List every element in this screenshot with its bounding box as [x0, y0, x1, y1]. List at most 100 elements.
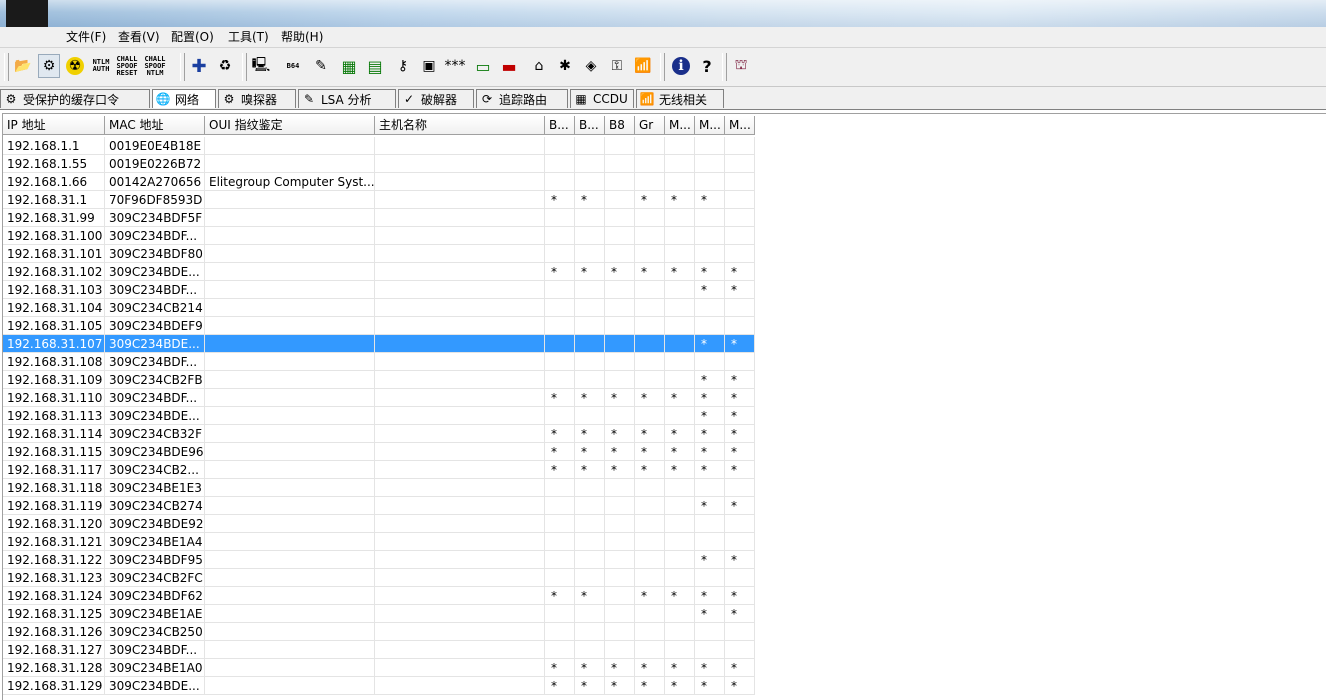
table-row[interactable]: 192.168.31.126 309C234CB250	[3, 623, 755, 641]
table-row[interactable]: 192.168.31.110 309C234BDF... * * * * * * *	[3, 389, 755, 407]
table-row[interactable]: 192.168.1.66 00142A270656 Elitegroup Compu…	[3, 173, 755, 191]
table-row[interactable]: 192.168.31.115 309C234BDE96 * * * * * * *	[3, 443, 755, 461]
table-row[interactable]: 192.168.31.122 309C234BDF95 * *	[3, 551, 755, 569]
table-row[interactable]: 192.168.31.120 309C234BDE92	[3, 515, 755, 533]
table-row[interactable]: 192.168.31.117 309C234CB2... * * * * * * *	[3, 461, 755, 479]
column-header[interactable]: M...	[695, 116, 725, 135]
table-row[interactable]: 192.168.31.125 309C234BE1AE * *	[3, 605, 755, 623]
table-row[interactable]: 192.168.31.114 309C234CB32F * * * * * * *	[3, 425, 755, 443]
table-row[interactable]: 192.168.31.123 309C234CB2FC	[3, 569, 755, 587]
tab-cracker[interactable]: ✓ 破解器	[398, 89, 474, 108]
table-row[interactable]: 192.168.31.99 309C234BDF5F	[3, 209, 755, 227]
host-table[interactable]: IP 地址 MAC 地址 OUI 指纹鉴定 主机名称 B... B... B8 Gr M... M…	[2, 113, 1326, 700]
key-button[interactable]: ⚷	[392, 54, 414, 78]
table-row[interactable]: 192.168.31.108 309C234BDF...	[3, 353, 755, 371]
column-header[interactable]: IP 地址	[3, 116, 105, 135]
table-row[interactable]: 192.168.31.124 309C234BDF62 * * * * * *	[3, 587, 755, 605]
wireless-button[interactable]: 📶	[632, 54, 654, 78]
table-row[interactable]: 192.168.1.55 0019E0226B72	[3, 155, 755, 173]
cell-flag: *	[725, 335, 755, 353]
column-header[interactable]: Gr	[635, 116, 665, 135]
tab-label: 破解器	[421, 92, 458, 107]
table-row[interactable]: 192.168.31.127 309C234BDF...	[3, 641, 755, 659]
password-button[interactable]: ***	[444, 54, 466, 78]
rdc-icon: ▣	[422, 58, 436, 74]
table-row[interactable]: 192.168.31.103 309C234BDF... * *	[3, 281, 755, 299]
table-row[interactable]: 192.168.31.101 309C234BDF80	[3, 245, 755, 263]
menu-config[interactable]: 配置(O)	[167, 29, 218, 45]
cell-host	[375, 641, 545, 659]
bug-button[interactable]: ✱	[554, 54, 576, 78]
table-row[interactable]: 192.168.31.118 309C234BE1E3	[3, 479, 755, 497]
chall-spoof-reset-button[interactable]: CHALL SPOOF RESET	[116, 54, 138, 78]
cell-mac: 309C234BDE...	[105, 677, 205, 695]
cell-flag	[575, 569, 605, 587]
table-row[interactable]: 192.168.31.109 309C234CB2FB * *	[3, 371, 755, 389]
cell-ip: 192.168.31.99	[3, 209, 105, 227]
menu-file[interactable]: 文件(F)	[62, 29, 110, 45]
radiation-button[interactable]: ☢	[64, 54, 86, 78]
column-header[interactable]: OUI 指纹鉴定	[205, 116, 375, 135]
disk-button[interactable]: ◈	[580, 54, 602, 78]
cell-ip: 192.168.31.114	[3, 425, 105, 443]
table-row[interactable]: 192.168.1.1 0019E0E4B18E	[3, 137, 755, 155]
table-row[interactable]: 192.168.31.100 309C234BDF...	[3, 227, 755, 245]
column-header[interactable]: B...	[575, 116, 605, 135]
cell-flag	[605, 191, 635, 209]
table-row[interactable]: 192.168.31.107 309C234BDE... * *	[3, 335, 755, 353]
base64-button[interactable]: B64	[282, 54, 304, 78]
ntlm-auth-button[interactable]: NTLM AUTH	[90, 54, 112, 78]
table-row[interactable]: 192.168.31.104 309C234CB214	[3, 299, 755, 317]
toolbar-grip[interactable]	[4, 53, 9, 81]
table-row[interactable]: 192.168.31.121 309C234BE1A4	[3, 533, 755, 551]
table-row[interactable]: 192.168.31.105 309C234BDEF9	[3, 317, 755, 335]
cell-flag	[605, 173, 635, 191]
column-header[interactable]: B...	[545, 116, 575, 135]
cell-flag	[605, 353, 635, 371]
cell-flag	[635, 353, 665, 371]
table-row[interactable]: 192.168.31.1 70F96DF8593D * * * * *	[3, 191, 755, 209]
wrench-button[interactable]: ✎	[310, 54, 332, 78]
scan-computer-button[interactable]: 🖳	[250, 54, 272, 78]
vpn-button[interactable]: ▤	[364, 54, 386, 78]
ntlm-auth-icon: NTLM AUTH	[92, 58, 110, 73]
table-row[interactable]: 192.168.31.129 309C234BDE... * * * * * * *	[3, 677, 755, 695]
menu-help[interactable]: 帮助(H)	[277, 29, 327, 45]
column-header[interactable]: B8	[605, 116, 635, 135]
menu-tools[interactable]: 工具(T)	[224, 29, 273, 45]
chall-spoof-ntlm-button[interactable]: CHALL SPOOF NTLM	[144, 54, 166, 78]
tab-traceroute[interactable]: ⟳ 追踪路由	[476, 89, 568, 108]
recycle-button[interactable]: ♻	[214, 54, 236, 78]
table-row[interactable]: 192.168.31.102 309C234BDE... * * * * * * *	[3, 263, 755, 281]
tab-protected-cache[interactable]: ⚙ 受保护的缓存口令	[0, 89, 150, 108]
tab-network[interactable]: 🌐 网络	[152, 89, 216, 108]
lock-button[interactable]: ⚿	[606, 54, 628, 78]
column-header[interactable]: M...	[725, 116, 755, 135]
open-folder-button[interactable]: 📂	[12, 54, 34, 78]
table-row[interactable]: 192.168.31.119 309C234CB274 * *	[3, 497, 755, 515]
column-header[interactable]: M...	[665, 116, 695, 135]
menu-view[interactable]: 查看(V)	[114, 29, 164, 45]
tab-lsa[interactable]: ✎ LSA 分析	[298, 89, 396, 108]
cell-flag: *	[575, 389, 605, 407]
card-button[interactable]: ▬	[498, 54, 520, 78]
house-button[interactable]: ⌂	[528, 54, 550, 78]
tab-wireless[interactable]: 📶 无线相关	[636, 89, 724, 108]
tab-ccdu[interactable]: ▦ CCDU	[570, 89, 634, 108]
add-button[interactable]: ✚	[188, 54, 210, 78]
network-scan-button[interactable]: ⚙	[38, 54, 60, 78]
help-button[interactable]: ?	[696, 54, 718, 78]
table-row[interactable]: 192.168.31.113 309C234BDE... * *	[3, 407, 755, 425]
cell-flag	[575, 515, 605, 533]
terminal-icon: ▭	[475, 56, 491, 76]
terminal-button[interactable]: ▭	[472, 54, 494, 78]
column-header[interactable]: MAC 地址	[105, 116, 205, 135]
cell-ip: 192.168.31.127	[3, 641, 105, 659]
column-header[interactable]: 主机名称	[375, 116, 545, 135]
tab-sniffer[interactable]: ⚙ 嗅探器	[218, 89, 296, 108]
table-row[interactable]: 192.168.31.128 309C234BE1A0 * * * * * * *	[3, 659, 755, 677]
info-button[interactable]: ℹ	[670, 54, 692, 78]
rdc-button[interactable]: ▣	[418, 54, 440, 78]
hash-monitor-button[interactable]: ▦	[338, 54, 360, 78]
exit-button[interactable]: ⛫	[730, 54, 752, 78]
